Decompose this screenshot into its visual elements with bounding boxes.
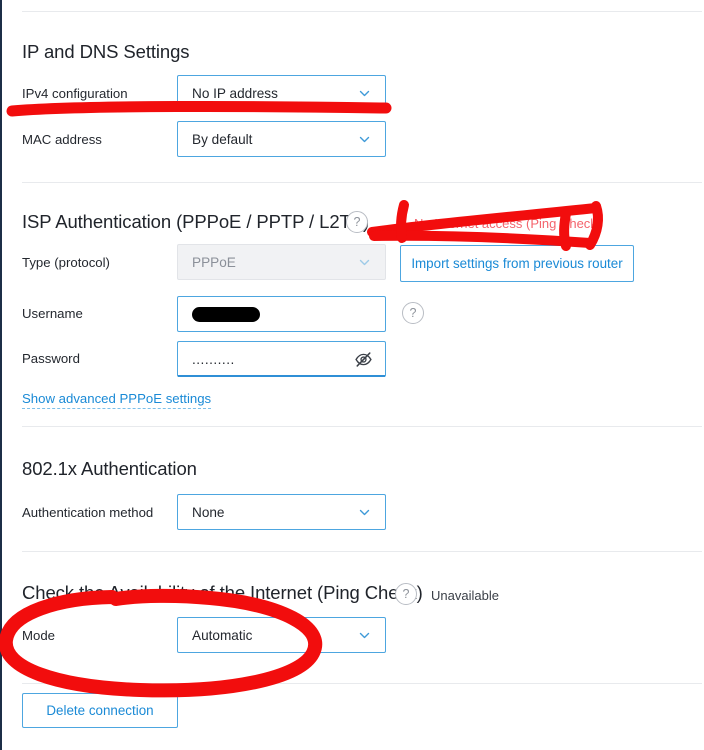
section-title-dot1x: 802.1x Authentication (22, 458, 197, 479)
select-ipv4-configuration-value: No IP address (192, 85, 278, 101)
username-value (192, 306, 377, 322)
password-value: .......... (192, 351, 235, 367)
label-ipv4-configuration: IPv4 configuration (22, 86, 128, 101)
label-password: Password (22, 351, 80, 366)
label-authentication-method: Authentication method (22, 505, 154, 520)
select-type-protocol-value: PPPoE (192, 254, 236, 270)
status-ping-check: Unavailable (431, 588, 499, 603)
show-advanced-pppoe-link[interactable]: Show advanced PPPoE settings (22, 391, 212, 409)
help-icon-username[interactable]: ? (402, 302, 424, 324)
section-title-ping-check: Check the Availability of the Internet (… (22, 582, 423, 603)
chevron-down-icon (358, 87, 371, 100)
select-mac-address[interactable]: By default (177, 121, 386, 157)
label-mode: Mode (22, 628, 55, 643)
input-focus-underline (178, 375, 385, 377)
select-type-protocol[interactable]: PPPoE (177, 244, 386, 280)
label-mac-address: MAC address (22, 132, 102, 147)
settings-page: IP and DNS Settings IPv4 configuration N… (0, 0, 704, 750)
select-mode-value: Automatic (192, 627, 253, 643)
select-authentication-method-value: None (192, 504, 225, 520)
label-type-protocol: Type (protocol) (22, 255, 110, 270)
left-rail (0, 0, 2, 750)
chevron-down-icon (358, 629, 371, 642)
divider-top (22, 11, 702, 12)
divider-after-isp-auth (22, 426, 702, 427)
eye-off-icon[interactable] (354, 350, 373, 369)
section-title-ip-dns: IP and DNS Settings (22, 41, 190, 62)
divider-after-ip-dns (22, 182, 702, 183)
help-icon-isp-auth[interactable]: ? (346, 211, 368, 233)
select-authentication-method[interactable]: None (177, 494, 386, 530)
select-mode[interactable]: Automatic (177, 617, 386, 653)
input-password[interactable]: .......... (177, 341, 386, 377)
label-username: Username (22, 306, 83, 321)
help-icon-ping-check[interactable]: ? (395, 583, 417, 605)
divider-after-ping-check (22, 683, 702, 684)
redaction-block (192, 306, 260, 322)
chevron-down-icon (358, 133, 371, 146)
divider-after-dot1x (22, 551, 702, 552)
input-username[interactable] (177, 296, 386, 332)
import-settings-button[interactable]: Import settings from previous router (400, 245, 634, 282)
status-no-internet-access: No Internet access (Ping Check) (414, 216, 602, 231)
select-ipv4-configuration[interactable]: No IP address (177, 75, 386, 111)
select-mac-address-value: By default (192, 131, 253, 147)
delete-connection-button[interactable]: Delete connection (22, 693, 178, 728)
chevron-down-icon (358, 256, 371, 269)
chevron-down-icon (358, 506, 371, 519)
section-title-isp-auth: ISP Authentication (PPPoE / PPTP / L2TP) (22, 211, 370, 232)
